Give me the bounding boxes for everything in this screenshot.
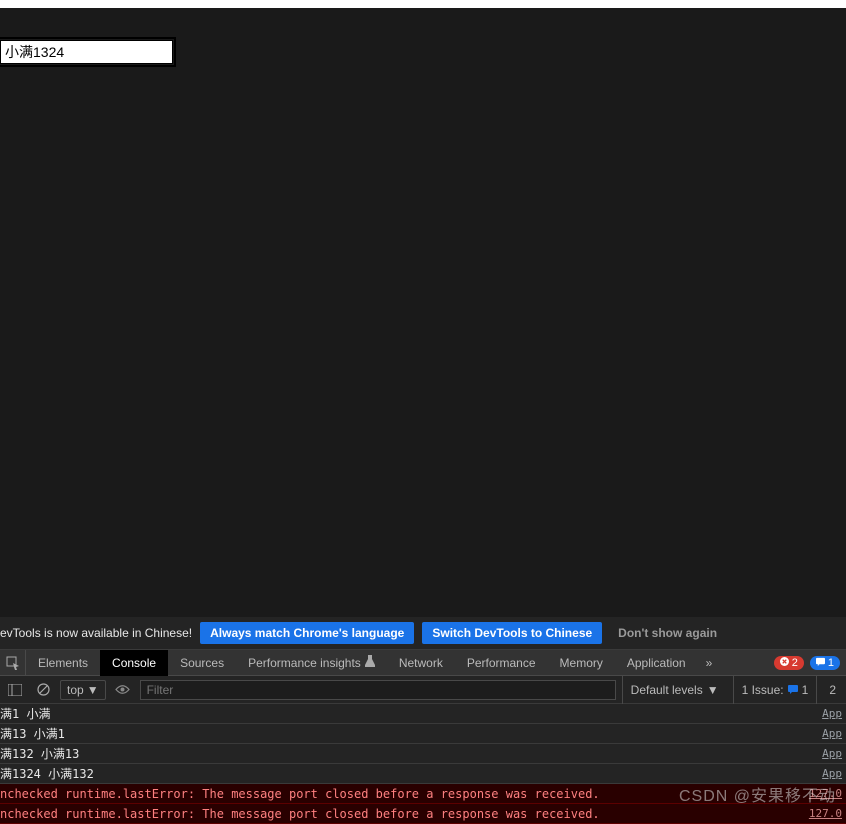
console-log-list: 满1 小满 App 满13 小满1 App 满132 小满13 App 满132… bbox=[0, 704, 846, 824]
info-count: 1 bbox=[828, 657, 834, 669]
execution-context-dropdown[interactable]: top ▼ bbox=[60, 680, 106, 700]
log-source-link[interactable]: App bbox=[822, 767, 846, 780]
tab-memory[interactable]: Memory bbox=[548, 650, 615, 676]
message-icon bbox=[788, 683, 798, 697]
log-message: 满1 小满 bbox=[0, 705, 822, 722]
language-message: evTools is now available in Chinese! bbox=[0, 626, 192, 640]
log-message: 满132 小满13 bbox=[0, 745, 822, 762]
error-count-badge[interactable]: 2 bbox=[774, 656, 804, 670]
console-toolbar: top ▼ Default levels ▼ 1 Issue: 1 2 bbox=[0, 676, 846, 704]
log-levels-dropdown[interactable]: Default levels ▼ bbox=[622, 676, 727, 704]
log-source-link[interactable]: 127.0 bbox=[809, 807, 846, 820]
devtools-tabs: Elements Console Sources Performance ins… bbox=[0, 650, 846, 676]
levels-label: Default levels bbox=[631, 683, 703, 697]
context-label: top bbox=[67, 683, 84, 697]
log-source-link[interactable]: App bbox=[822, 707, 846, 720]
switch-devtools-chinese-button[interactable]: Switch DevTools to Chinese bbox=[422, 622, 602, 644]
tab-label: Performance insights bbox=[248, 650, 361, 676]
chevron-down-icon: ▼ bbox=[707, 683, 719, 697]
tab-performance[interactable]: Performance bbox=[455, 650, 548, 676]
issues-label: 1 Issue: bbox=[742, 683, 784, 697]
toolbar-right-char: 2 bbox=[823, 683, 842, 697]
issues-count: 1 bbox=[802, 683, 809, 697]
error-message: nchecked runtime.lastError: The message … bbox=[0, 807, 809, 821]
log-source-link[interactable]: App bbox=[822, 727, 846, 740]
tab-sources[interactable]: Sources bbox=[168, 650, 236, 676]
console-log-row[interactable]: 满1324 小满132 App bbox=[0, 764, 846, 784]
tab-performance-insights[interactable]: Performance insights bbox=[236, 650, 387, 676]
log-message: 满1324 小满132 bbox=[0, 765, 822, 782]
tab-console[interactable]: Console bbox=[100, 650, 168, 676]
log-source-link[interactable]: 127.0 bbox=[809, 787, 846, 800]
console-error-row[interactable]: nchecked runtime.lastError: The message … bbox=[0, 784, 846, 804]
console-log-row[interactable]: 满132 小满13 App bbox=[0, 744, 846, 764]
inspect-element-icon[interactable] bbox=[0, 650, 26, 676]
console-log-row[interactable]: 满13 小满1 App bbox=[0, 724, 846, 744]
console-error-row[interactable]: nchecked runtime.lastError: The message … bbox=[0, 804, 846, 824]
log-source-link[interactable]: App bbox=[822, 747, 846, 760]
page-content bbox=[0, 8, 846, 64]
tab-application[interactable]: Application bbox=[615, 650, 698, 676]
info-count-badge[interactable]: 1 bbox=[810, 656, 840, 670]
dont-show-again-button[interactable]: Don't show again bbox=[610, 622, 725, 644]
error-count: 2 bbox=[792, 657, 798, 669]
page-text-input[interactable] bbox=[0, 40, 173, 64]
devtools-panel: evTools is now available in Chinese! Alw… bbox=[0, 617, 846, 824]
error-icon bbox=[780, 657, 789, 669]
clear-console-icon[interactable] bbox=[32, 679, 54, 701]
more-tabs-button[interactable]: » bbox=[698, 656, 721, 670]
issues-button[interactable]: 1 Issue: 1 bbox=[733, 676, 818, 704]
filter-input[interactable] bbox=[140, 680, 616, 700]
tab-network[interactable]: Network bbox=[387, 650, 455, 676]
message-icon bbox=[816, 657, 825, 669]
always-match-language-button[interactable]: Always match Chrome's language bbox=[200, 622, 414, 644]
log-message: 满13 小满1 bbox=[0, 725, 822, 742]
console-log-row[interactable]: 满1 小满 App bbox=[0, 704, 846, 724]
page-chrome-top bbox=[0, 0, 846, 8]
live-expression-icon[interactable] bbox=[112, 679, 134, 701]
beaker-icon bbox=[365, 650, 375, 676]
sidebar-toggle-icon[interactable] bbox=[4, 679, 26, 701]
tab-elements[interactable]: Elements bbox=[26, 650, 100, 676]
chevron-down-icon: ▼ bbox=[87, 683, 99, 697]
error-message: nchecked runtime.lastError: The message … bbox=[0, 787, 809, 801]
language-bar: evTools is now available in Chinese! Alw… bbox=[0, 617, 846, 650]
